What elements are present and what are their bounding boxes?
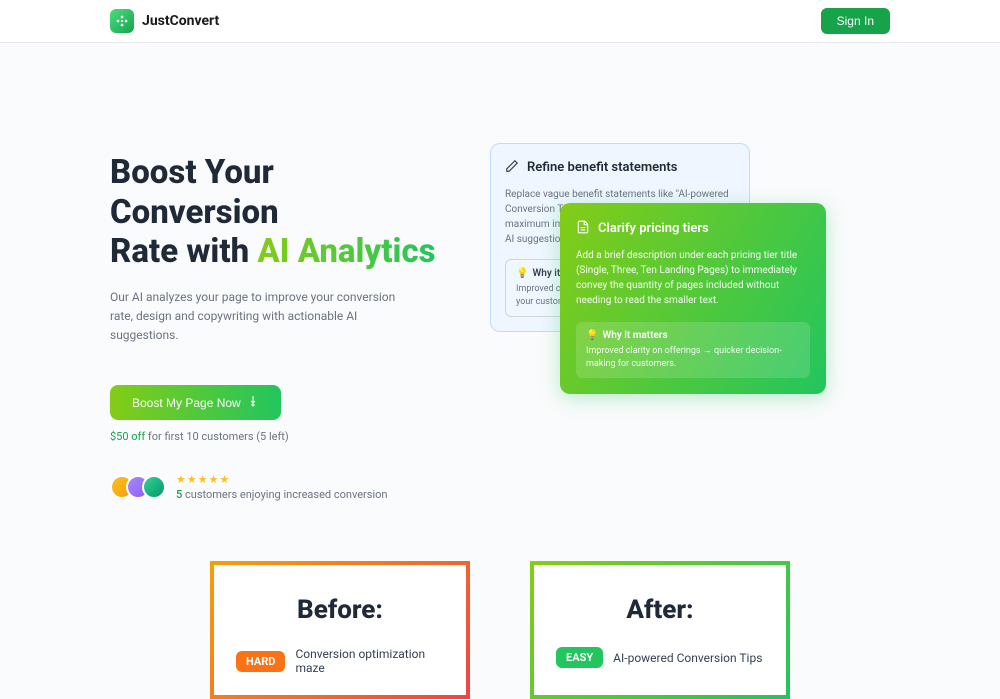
header: JustConvert Sign In <box>0 0 1000 43</box>
hero-right: Refine benefit statements Replace vague … <box>490 153 890 501</box>
box-title: Why it matters <box>602 330 667 341</box>
hero-subtitle: Our AI analyzes your page to improve you… <box>110 288 420 346</box>
logo-link[interactable]: JustConvert <box>110 9 219 33</box>
before-card: Before: HARD Conversion optimization maz… <box>210 561 470 699</box>
promo-text: $50 off for first 10 customers (5 left) <box>110 430 450 443</box>
before-text: Conversion optimization maze <box>295 647 444 675</box>
point-down-icon <box>247 395 259 410</box>
signin-button[interactable]: Sign In <box>821 8 890 34</box>
box-body: Improved clarity on offerings → quicker … <box>586 345 800 370</box>
hero-left: Boost Your Conversion Rate with AI Analy… <box>110 153 450 501</box>
card-title: Refine benefit statements <box>527 160 677 175</box>
after-text: AI-powered Conversion Tips <box>613 651 762 665</box>
social-proof: ★★★★★ 5 customers enjoying increased con… <box>110 473 450 501</box>
brand-name: JustConvert <box>142 13 219 29</box>
card-header: Clarify pricing tiers <box>576 219 810 238</box>
pencil-icon <box>505 158 519 177</box>
avatar <box>142 475 166 499</box>
bulb-icon: 💡 <box>516 268 528 279</box>
after-card: After: EASY AI-powered Conversion Tips <box>530 561 790 699</box>
star-rating-icon: ★★★★★ <box>176 473 387 486</box>
cta-label: Boost My Page Now <box>132 396 241 410</box>
promo-rest: for first 10 customers (5 left) <box>145 430 289 443</box>
bulb-icon: 💡 <box>586 330 598 341</box>
box-header: 💡 Why it matters <box>586 330 800 341</box>
suggestion-card-clarify: Clarify pricing tiers Add a brief descri… <box>560 203 826 394</box>
hero-title-accent: AI Analytics <box>257 232 435 271</box>
compare-section: Before: HARD Conversion optimization maz… <box>90 561 910 699</box>
cta-button[interactable]: Boost My Page Now <box>110 385 281 420</box>
promo-discount: $50 off <box>110 430 145 443</box>
card-header: Refine benefit statements <box>505 158 735 177</box>
hero-title: Boost Your Conversion Rate with AI Analy… <box>110 153 450 272</box>
social-text-rest: customers enjoying increased conversion <box>182 488 387 501</box>
social-right: ★★★★★ 5 customers enjoying increased con… <box>176 473 387 501</box>
hero-section: Boost Your Conversion Rate with AI Analy… <box>90 43 910 561</box>
document-icon <box>576 219 590 238</box>
hero-title-line1: Boost Your Conversion <box>110 153 279 232</box>
card-body: Add a brief description under each prici… <box>576 248 810 308</box>
compare-row: HARD Conversion optimization maze <box>236 647 444 675</box>
after-title: After: <box>556 595 764 625</box>
hero-title-line2a: Rate with <box>110 232 257 271</box>
logo-icon <box>110 9 134 33</box>
avatar-stack <box>110 475 166 499</box>
why-matters-box: 💡 Why it matters Improved clarity on off… <box>576 322 810 378</box>
social-text: 5 customers enjoying increased conversio… <box>176 488 387 501</box>
easy-badge: EASY <box>556 647 603 668</box>
header-inner: JustConvert Sign In <box>90 8 910 34</box>
compare-row: EASY AI-powered Conversion Tips <box>556 647 764 668</box>
hard-badge: HARD <box>236 651 285 672</box>
before-title: Before: <box>236 595 444 625</box>
card-title: Clarify pricing tiers <box>598 221 709 236</box>
